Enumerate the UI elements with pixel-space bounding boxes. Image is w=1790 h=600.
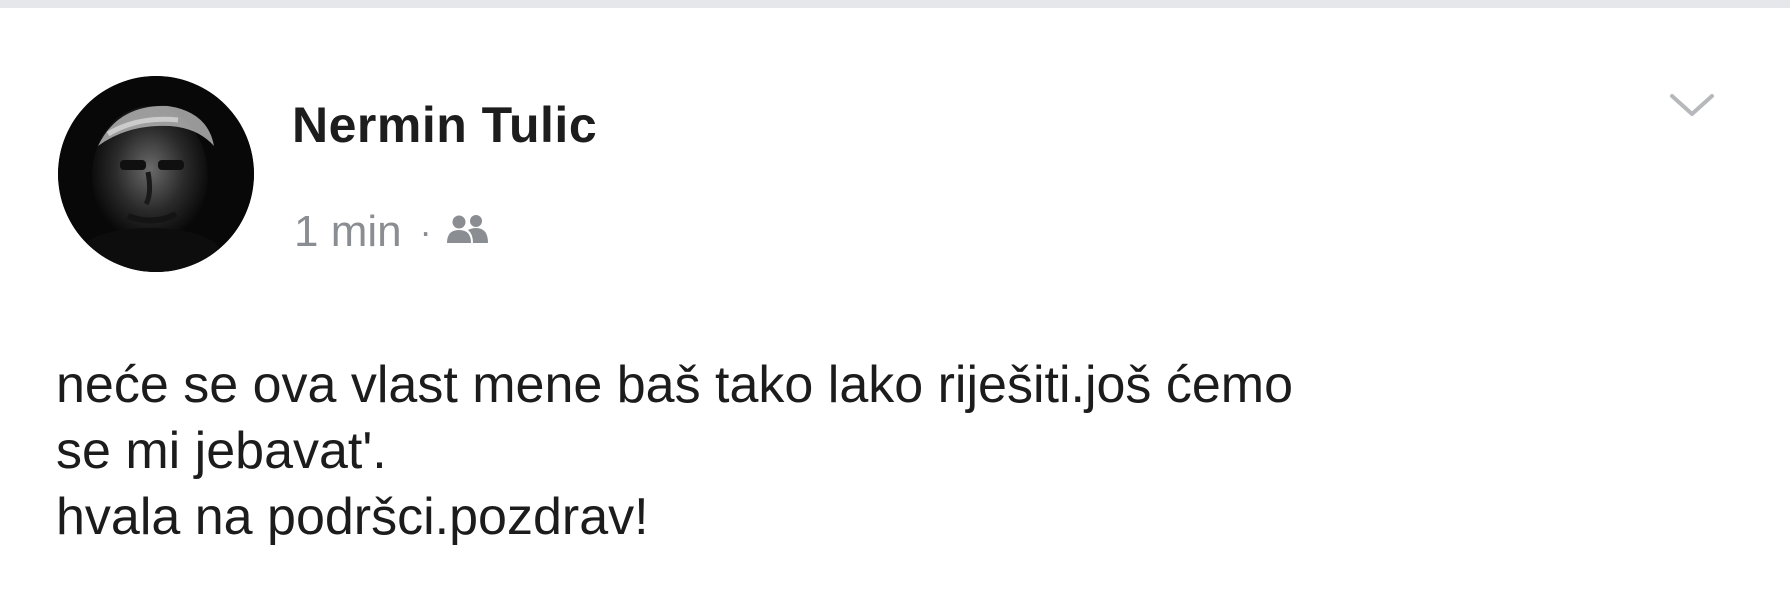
avatar[interactable]	[58, 76, 254, 272]
author-name[interactable]: Nermin Tulic	[292, 96, 597, 154]
post-meta: 1 min ·	[294, 204, 492, 260]
chevron-down-icon[interactable]	[1662, 84, 1722, 124]
top-divider	[0, 0, 1790, 8]
friends-icon[interactable]	[444, 208, 492, 258]
post-time[interactable]: 1 min	[294, 207, 402, 257]
meta-separator: ·	[419, 211, 432, 252]
post-text: neće se ova vlast mene baš tako lako rij…	[56, 356, 1294, 546]
profile-photo-image	[58, 76, 254, 272]
post-card: Nermin Tulic 1 min · neće se ova vlast m…	[0, 8, 1790, 600]
